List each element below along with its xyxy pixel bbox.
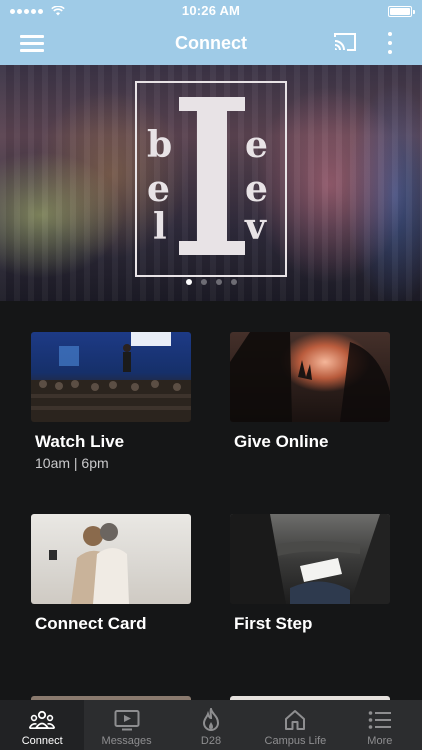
carousel-dot[interactable]: [215, 279, 222, 285]
watch-live-card[interactable]: Watch Live 10am | 6pm: [31, 332, 193, 471]
cast-button[interactable]: [333, 31, 357, 53]
tab-d28[interactable]: D28: [169, 700, 253, 750]
first-step-card[interactable]: First Step: [230, 514, 392, 634]
card-title: Give Online: [234, 432, 329, 451]
card-title: Connect Card: [35, 614, 147, 633]
page-title: Connect: [175, 33, 247, 53]
tab-connect[interactable]: Connect: [0, 700, 85, 750]
logo-letter: e: [245, 124, 268, 166]
first-step-thumbnail: [230, 514, 390, 604]
hero-carousel[interactable]: b e e e l v: [0, 65, 422, 301]
tab-more[interactable]: More: [338, 700, 422, 750]
tab-messages[interactable]: Messages: [84, 700, 168, 750]
connect-card-thumbnail: [31, 514, 191, 604]
cast-icon: [334, 33, 356, 51]
watch-live-thumbnail: [31, 332, 191, 422]
carousel-pagination: [0, 279, 422, 285]
logo-letter: v: [245, 206, 266, 248]
tab-label: D28: [200, 735, 222, 747]
top-bar: 10:26 AM Connect: [0, 0, 422, 65]
home-icon: [282, 708, 308, 732]
bottom-tab-bar: Connect Messages D28 Campus Life More: [0, 700, 422, 750]
card-title: Watch Live: [35, 432, 125, 451]
tab-label: Campus Life: [264, 735, 327, 747]
play-screen-icon: [114, 708, 140, 732]
list-icon: [367, 708, 393, 732]
logo-letter: e: [147, 168, 170, 210]
status-time: 10:26 AM: [181, 3, 241, 18]
logo-letter: l: [153, 206, 167, 248]
logo-serif-i-shape: [179, 97, 245, 255]
logo-letter: e: [245, 168, 268, 210]
believe-logo: b e e e l v: [135, 81, 287, 277]
tab-label: More: [367, 735, 393, 747]
battery-icon: [388, 5, 415, 17]
card-title: First Step: [234, 614, 313, 633]
people-icon: [29, 708, 56, 732]
carousel-dot[interactable]: [185, 279, 192, 285]
carousel-dot[interactable]: [200, 279, 207, 285]
carousel-dot[interactable]: [230, 279, 237, 285]
logo-letter: b: [147, 124, 173, 166]
app-bar: Connect: [0, 22, 422, 65]
more-options-button[interactable]: [380, 29, 400, 57]
tab-label: Messages: [101, 735, 152, 747]
card-subtitle: 10am | 6pm: [35, 455, 109, 471]
give-online-thumbnail: [230, 332, 390, 422]
flame-icon: [198, 708, 224, 732]
status-bar: 10:26 AM: [0, 0, 422, 22]
tab-campus-life[interactable]: Campus Life: [253, 700, 337, 750]
give-online-card[interactable]: Give Online: [230, 332, 392, 452]
tab-label: Connect: [21, 735, 63, 747]
connect-card-card[interactable]: Connect Card: [31, 514, 193, 634]
